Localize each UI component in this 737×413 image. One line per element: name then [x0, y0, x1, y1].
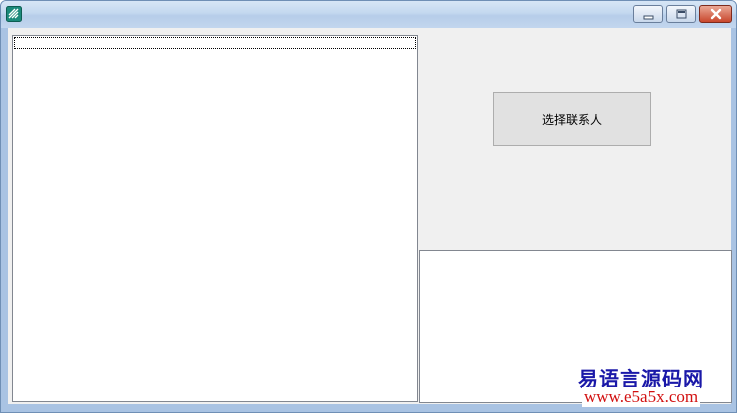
close-icon: [710, 8, 722, 20]
close-button[interactable]: [699, 5, 732, 23]
select-contact-button[interactable]: 选择联系人: [493, 92, 651, 146]
contact-list[interactable]: [12, 35, 418, 402]
title-bar[interactable]: [1, 1, 736, 28]
maximize-icon: [676, 9, 687, 19]
maximize-button[interactable]: [666, 5, 696, 23]
list-focus-row[interactable]: [14, 37, 416, 49]
client-area: 选择联系人: [8, 28, 732, 404]
app-icon: [6, 6, 22, 22]
minimize-button[interactable]: [633, 5, 663, 23]
watermark-site-url: www.e5a5x.com: [582, 387, 701, 407]
minimize-icon: [643, 15, 654, 20]
app-window: 选择联系人 易语言源码网 www.e5a5x.com: [0, 0, 737, 413]
